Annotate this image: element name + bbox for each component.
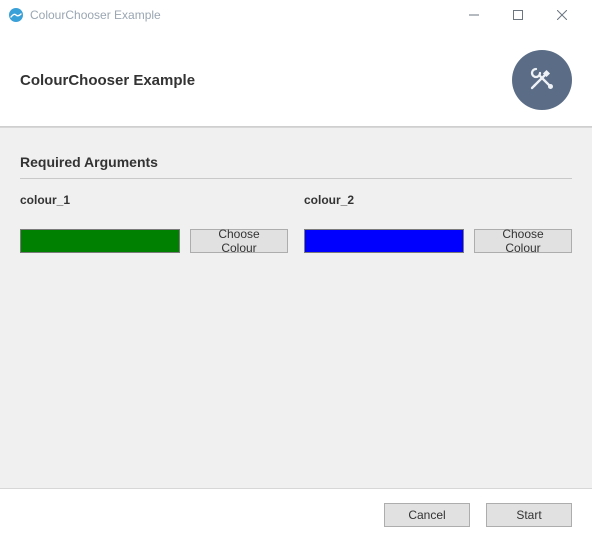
tools-icon-circle xyxy=(512,50,572,110)
app-icon xyxy=(8,7,24,23)
footer: Cancel Start xyxy=(0,489,592,541)
minimize-button[interactable] xyxy=(452,0,496,30)
arg-label: colour_2 xyxy=(304,193,572,207)
arg-colour-2: colour_2 Choose Colour xyxy=(304,193,572,253)
colour-swatch-2[interactable] xyxy=(304,229,464,253)
choose-colour-button-1[interactable]: Choose Colour xyxy=(190,229,288,253)
arg-controls: Choose Colour xyxy=(304,229,572,253)
wrench-screwdriver-icon xyxy=(525,61,559,100)
section-title: Required Arguments xyxy=(20,154,572,179)
titlebar: ColourChooser Example xyxy=(0,0,592,30)
page-title: ColourChooser Example xyxy=(20,72,195,89)
arg-label: colour_1 xyxy=(20,193,288,207)
cancel-button[interactable]: Cancel xyxy=(384,503,470,527)
window-controls xyxy=(452,0,584,30)
choose-colour-button-2[interactable]: Choose Colour xyxy=(474,229,572,253)
arguments-row: colour_1 Choose Colour colour_2 Choose C… xyxy=(20,193,572,253)
close-button[interactable] xyxy=(540,0,584,30)
header: ColourChooser Example xyxy=(0,30,592,126)
arg-colour-1: colour_1 Choose Colour xyxy=(20,193,288,253)
colour-swatch-1[interactable] xyxy=(20,229,180,253)
arg-controls: Choose Colour xyxy=(20,229,288,253)
main-panel: Required Arguments colour_1 Choose Colou… xyxy=(0,127,592,489)
maximize-button[interactable] xyxy=(496,0,540,30)
start-button[interactable]: Start xyxy=(486,503,572,527)
window-title: ColourChooser Example xyxy=(30,8,161,22)
